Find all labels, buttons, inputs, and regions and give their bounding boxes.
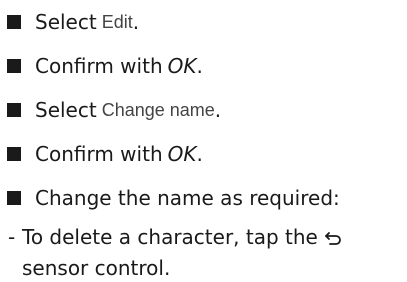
square-bullet-icon bbox=[7, 147, 21, 161]
square-bullet-icon bbox=[7, 59, 21, 73]
square-bullet-icon bbox=[7, 191, 21, 205]
instruction-list: Select Edit . Confirm with OK . Select C… bbox=[6, 0, 406, 282]
step-punctuation: . bbox=[132, 10, 140, 34]
step-confirm-ok-2: Confirm with OK . bbox=[6, 132, 406, 176]
step-punctuation: . bbox=[196, 54, 203, 78]
ok-term: OK bbox=[167, 54, 197, 78]
substep-text-line2: sensor control. bbox=[22, 256, 171, 280]
step-select-edit: Select Edit . bbox=[6, 0, 406, 44]
substep-text-line1: To delete a character, tap the bbox=[22, 225, 318, 249]
ok-term: OK bbox=[167, 142, 197, 166]
back-arrow-icon bbox=[324, 226, 342, 254]
substep-delete-character: - To delete a character, tap the sensor c… bbox=[6, 223, 406, 282]
step-select-change-name: Select Change name . bbox=[6, 88, 406, 132]
square-bullet-icon bbox=[7, 103, 21, 117]
step-change-name: Change the name as required: bbox=[6, 176, 406, 220]
step-confirm-ok-1: Confirm with OK . bbox=[6, 44, 406, 88]
step-text: Confirm with bbox=[35, 142, 163, 166]
square-bullet-icon bbox=[7, 15, 21, 29]
step-text: Select bbox=[35, 10, 97, 34]
step-text: Change the name as required: bbox=[35, 186, 340, 210]
ui-term-change-name: Change name bbox=[101, 99, 215, 120]
ui-term-edit: Edit bbox=[101, 11, 133, 32]
step-punctuation: . bbox=[196, 142, 203, 166]
dash-marker: - bbox=[8, 225, 16, 249]
step-text: Select bbox=[35, 98, 97, 122]
step-text: Confirm with bbox=[35, 54, 163, 78]
step-punctuation: . bbox=[214, 98, 222, 122]
